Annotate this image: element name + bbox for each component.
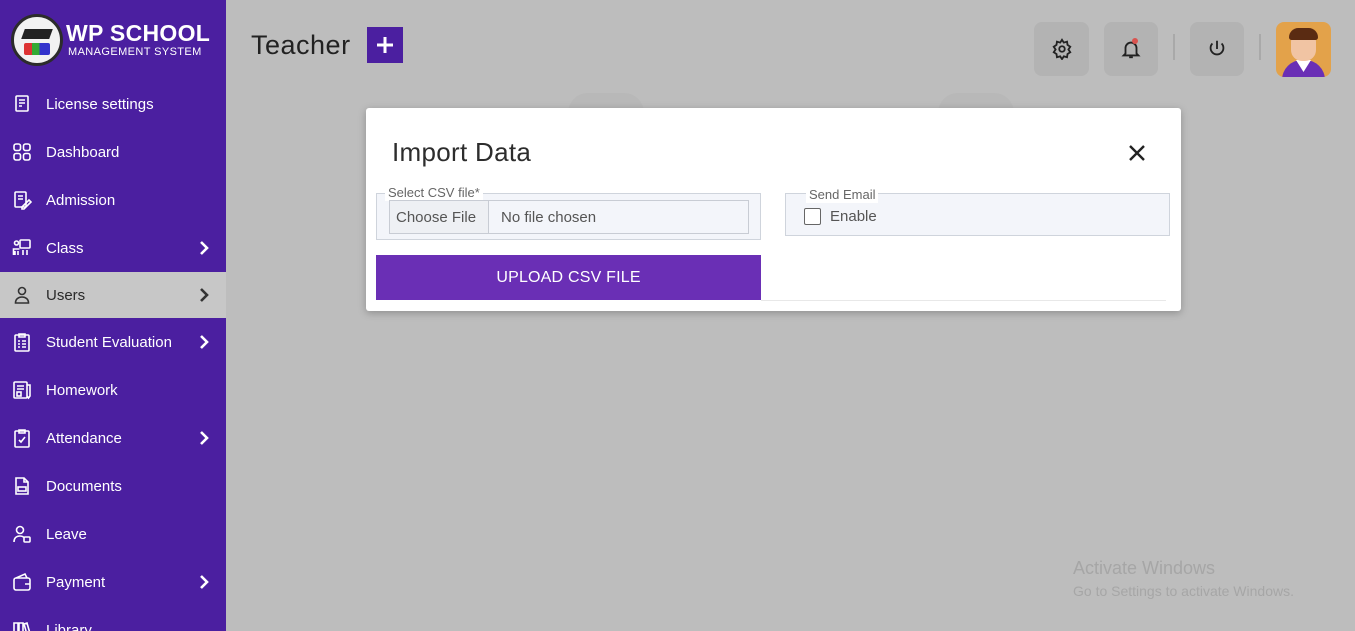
license-icon [12, 94, 32, 114]
divider [761, 300, 1166, 301]
page-title: Teacher [251, 30, 351, 60]
sidebar-item-library[interactable]: Library [0, 606, 226, 631]
enable-email-checkbox[interactable] [804, 208, 821, 225]
payment-icon [12, 572, 32, 592]
sidebar-item-attendance[interactable]: Attendance [0, 414, 226, 462]
chevron-right-icon [198, 575, 210, 589]
sidebar-item-label: Users [46, 286, 86, 304]
modal-title: Import Data [392, 137, 532, 167]
sidebar-item-documents[interactable]: Documents [0, 462, 226, 510]
choose-file-button[interactable]: Choose File [390, 201, 490, 233]
logout-button[interactable] [1190, 22, 1244, 76]
bell-icon [1121, 41, 1141, 59]
brand-subtitle: MANAGEMENT SYSTEM [68, 46, 202, 58]
homework-icon [12, 380, 32, 400]
sidebar-item-class[interactable]: Class [0, 224, 226, 272]
add-teacher-button[interactable] [367, 27, 403, 63]
documents-icon [12, 476, 32, 496]
enable-email-label: Enable [830, 208, 877, 225]
import-data-modal: Import Data Select CSV file* Choose File… [366, 108, 1181, 311]
sidebar-item-label: Student Evaluation [46, 333, 172, 351]
sidebar-item-label: Class [46, 239, 84, 257]
gear-icon [1051, 38, 1072, 60]
csv-file-legend: Select CSV file* [385, 185, 483, 201]
sidebar-item-label: Documents [46, 477, 122, 495]
sidebar-item-label: Attendance [46, 429, 122, 447]
chevron-right-icon [198, 431, 210, 445]
file-status: No file chosen [501, 208, 597, 226]
close-button[interactable] [1126, 142, 1148, 164]
enable-email-option[interactable]: Enable [804, 208, 877, 225]
library-icon [12, 620, 32, 631]
notification-dot [1132, 38, 1138, 44]
settings-button[interactable] [1034, 22, 1089, 76]
activate-windows-title: Activate Windows [1073, 558, 1216, 578]
sidebar-item-payment[interactable]: Payment [0, 558, 226, 606]
activate-windows-hint: Go to Settings to activate Windows. [1073, 583, 1294, 599]
power-icon [1209, 40, 1225, 56]
dashboard-icon [12, 142, 32, 162]
chevron-right-icon [198, 288, 210, 302]
csv-file-fieldset: Select CSV file* Choose File No file cho… [376, 185, 761, 240]
notifications-button[interactable] [1104, 22, 1158, 76]
sidebar-item-license-settings[interactable]: License settings [0, 80, 226, 128]
brand[interactable]: WP SCHOOL MANAGEMENT SYSTEM [0, 0, 226, 80]
sidebar-item-student-evaluation[interactable]: Student Evaluation [0, 318, 226, 366]
send-email-fieldset: Send Email Enable [785, 187, 1170, 236]
sidebar-item-label: Dashboard [46, 143, 120, 161]
sidebar-item-leave[interactable]: Leave [0, 510, 226, 558]
sidebar-item-label: Payment [46, 573, 106, 591]
admission-icon [12, 190, 32, 210]
sidebar-item-label: Admission [46, 191, 116, 209]
sidebar-item-users[interactable]: Users [0, 272, 226, 318]
evaluation-icon [12, 332, 32, 352]
sidebar-item-label: Homework [46, 381, 118, 399]
brand-text: WP SCHOOL MANAGEMENT SYSTEM [66, 22, 210, 58]
header-divider [1259, 34, 1261, 60]
user-icon [12, 285, 32, 305]
sidebar-item-homework[interactable]: Homework [0, 366, 226, 414]
close-icon [1129, 145, 1145, 161]
class-icon [12, 238, 32, 258]
plus-icon [377, 37, 393, 53]
header-divider [1173, 34, 1175, 60]
sidebar-item-admission[interactable]: Admission [0, 176, 226, 224]
sidebar-item-dashboard[interactable]: Dashboard [0, 128, 226, 176]
csv-file-input[interactable]: Choose File No file chosen [389, 200, 749, 234]
leave-icon [12, 524, 32, 544]
sidebar-item-label: Leave [46, 525, 87, 543]
attendance-icon [12, 428, 32, 448]
chevron-right-icon [198, 335, 210, 349]
avatar[interactable] [1276, 22, 1331, 77]
sidebar-item-label: Library [46, 621, 92, 631]
upload-csv-button[interactable]: UPLOAD CSV FILE [376, 255, 761, 300]
chevron-right-icon [198, 241, 210, 255]
sidebar: WP SCHOOL MANAGEMENT SYSTEM License sett… [0, 0, 226, 631]
send-email-legend: Send Email [806, 187, 879, 203]
school-logo [11, 14, 63, 66]
sidebar-nav: License settings Dashboard Admission Cla… [0, 80, 226, 631]
brand-title: WP SCHOOL [66, 20, 211, 46]
sidebar-item-label: License settings [46, 95, 154, 113]
